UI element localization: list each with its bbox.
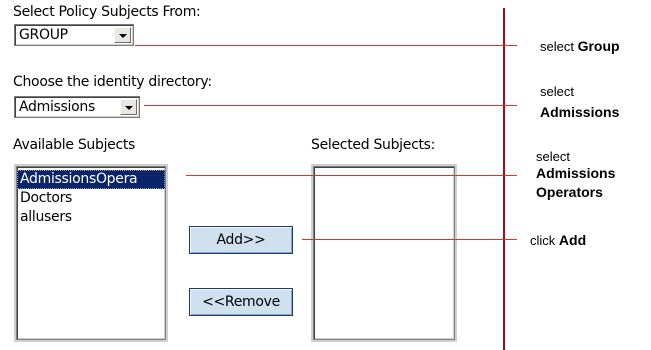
- identity-directory-select[interactable]: Admissions: [14, 96, 140, 118]
- remove-button[interactable]: <<Remove: [189, 288, 293, 316]
- annotation-bold: Add: [558, 232, 587, 248]
- callout-line-admissions: [144, 105, 517, 106]
- callout-line-add: [302, 239, 517, 240]
- callout-line-admissions-operators: [186, 175, 517, 176]
- list-item-admissions-operators[interactable]: AdmissionsOpera: [17, 170, 165, 189]
- annotation-click-add: click Add: [530, 232, 586, 249]
- callout-line-group: [135, 45, 517, 46]
- chevron-down-icon[interactable]: [120, 99, 137, 115]
- identity-directory-value: Admissions: [19, 99, 95, 115]
- annotation-text: select: [540, 84, 574, 99]
- annotation-bold: Admissions: [536, 165, 616, 181]
- annotation-bold: Group: [577, 38, 620, 54]
- available-subjects-list[interactable]: AdmissionsOpera Doctors allusers: [16, 166, 166, 340]
- subjects-from-select[interactable]: GROUP: [14, 24, 134, 46]
- selected-subjects-list[interactable]: [313, 166, 455, 340]
- annotation-select-group: select Group: [540, 38, 620, 55]
- annotation-select-admissions: select Admissions: [540, 84, 619, 121]
- identity-directory-label: Choose the identity directory:: [13, 74, 212, 90]
- annotation-bold: Operators: [536, 184, 603, 200]
- subjects-from-value: GROUP: [19, 27, 68, 43]
- add-button[interactable]: Add>>: [189, 226, 293, 254]
- annotation-select-admissions-operators: select Admissions Operators: [536, 149, 615, 201]
- chevron-down-icon[interactable]: [114, 27, 131, 43]
- annotation-bold: Admissions: [540, 104, 620, 120]
- annotation-text: select: [540, 39, 574, 54]
- annotation-divider: [503, 8, 505, 350]
- list-item-doctors[interactable]: Doctors: [17, 189, 165, 208]
- list-item-allusers[interactable]: allusers: [17, 208, 165, 227]
- annotation-text: click: [530, 233, 556, 248]
- available-subjects-label: Available Subjects: [13, 137, 136, 153]
- subjects-from-label: Select Policy Subjects From:: [13, 4, 201, 20]
- annotation-text: select: [536, 149, 570, 164]
- selected-subjects-label: Selected Subjects:: [311, 137, 436, 153]
